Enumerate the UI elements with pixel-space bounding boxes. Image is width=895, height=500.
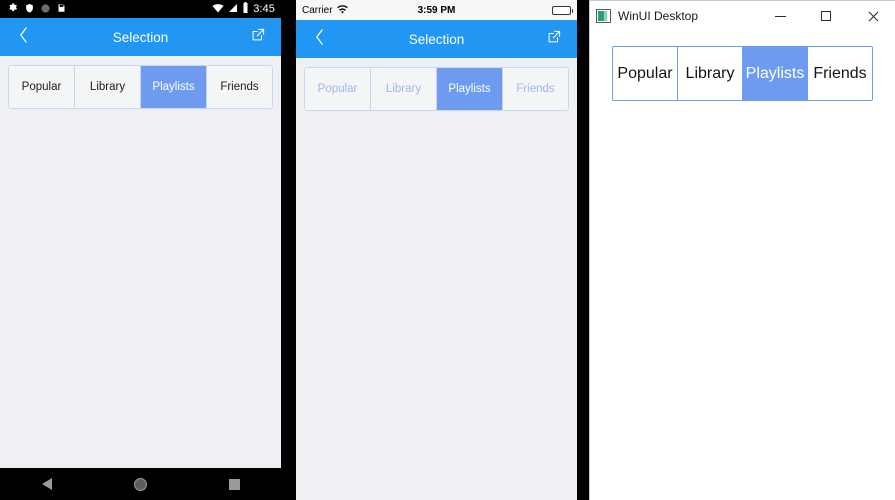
winui-segmented-control: Popular Library Playlists Friends (612, 46, 873, 101)
winui-tab-playlists[interactable]: Playlists (743, 47, 808, 100)
android-open-external-button[interactable] (247, 25, 269, 49)
ios-nav-bar: Selection (296, 20, 577, 58)
winui-app-icon (596, 9, 611, 23)
android-phone-panel: 3:45 Selection Popular Library Playlists… (0, 0, 281, 500)
android-nav-recents-button[interactable] (208, 468, 260, 500)
ios-segmented-control: Popular Library Playlists Friends (304, 67, 569, 111)
winui-window-title: WinUI Desktop (618, 9, 699, 23)
open-external-icon (251, 28, 265, 47)
ios-back-button[interactable] (308, 27, 330, 51)
android-tab-friends[interactable]: Friends (207, 66, 272, 108)
winui-minimize-button[interactable] (757, 1, 803, 31)
wifi-icon (212, 0, 224, 18)
android-status-clock: 3:45 (253, 2, 275, 15)
android-content-area: Popular Library Playlists Friends (0, 56, 281, 468)
screenshot-stage: 3:45 Selection Popular Library Playlists… (0, 0, 895, 500)
android-nav-back-button[interactable] (21, 468, 73, 500)
android-tab-playlists[interactable]: Playlists (141, 66, 207, 108)
battery-icon (242, 0, 249, 18)
ios-nav-bar-title: Selection (408, 31, 465, 47)
winui-tab-friends[interactable]: Friends (808, 47, 872, 100)
android-navigation-bar (0, 468, 281, 500)
circle-icon (41, 0, 50, 18)
android-nav-home-button[interactable] (114, 468, 166, 500)
ios-status-bar: Carrier 3:59 PM (296, 0, 577, 20)
winui-close-button[interactable] (849, 1, 895, 31)
ios-open-external-button[interactable] (543, 27, 565, 51)
android-tab-popular[interactable]: Popular (9, 66, 75, 108)
ios-tab-playlists[interactable]: Playlists (437, 68, 503, 110)
back-chevron-icon (19, 26, 28, 48)
ios-tab-library[interactable]: Library (371, 68, 437, 110)
winui-title-bar[interactable]: WinUI Desktop (590, 1, 895, 31)
back-chevron-icon (315, 28, 324, 50)
cell-signal-icon (228, 0, 238, 18)
open-external-icon (547, 30, 561, 49)
android-status-bar: 3:45 (0, 0, 281, 18)
recents-square-icon (228, 478, 240, 490)
android-segmented-control: Popular Library Playlists Friends (8, 65, 273, 109)
winui-tab-popular[interactable]: Popular (613, 47, 678, 100)
gear-icon (8, 0, 18, 18)
ios-status-clock: 3:59 PM (417, 4, 456, 16)
winui-desktop-window: WinUI Desktop Popular Library Playlists … (589, 0, 895, 500)
ios-status-battery-group (552, 5, 573, 15)
back-triangle-icon (41, 478, 52, 490)
minimize-icon (774, 15, 786, 17)
winui-content-area: Popular Library Playlists Friends (590, 31, 895, 500)
close-icon (867, 11, 878, 22)
android-app-bar: Selection (0, 18, 281, 56)
maximize-icon (821, 11, 831, 21)
android-status-system-icons: 3:45 (212, 0, 275, 18)
android-tab-library[interactable]: Library (75, 66, 141, 108)
shield-icon (25, 0, 34, 18)
android-status-notification-icons (8, 0, 66, 18)
android-app-bar-title: Selection (112, 29, 169, 45)
ios-tab-friends[interactable]: Friends (503, 68, 568, 110)
home-circle-icon (133, 477, 147, 491)
sdcard-icon (57, 0, 66, 18)
winui-tab-library[interactable]: Library (678, 47, 743, 100)
ios-content-area: Popular Library Playlists Friends (296, 58, 577, 500)
ios-phone-panel: Carrier 3:59 PM Selection Popular Librar… (296, 0, 577, 500)
winui-maximize-button[interactable] (803, 1, 849, 31)
winui-window-controls (757, 1, 895, 31)
battery-icon (552, 5, 573, 15)
ios-tab-popular[interactable]: Popular (305, 68, 371, 110)
android-back-button[interactable] (12, 25, 34, 49)
